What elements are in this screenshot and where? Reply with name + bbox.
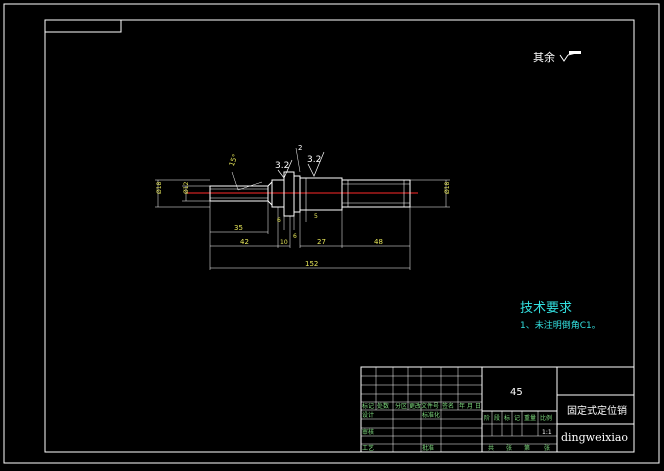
sheet-outer-frame	[3, 3, 660, 464]
scale-text: 1:1	[542, 429, 552, 436]
drawing-border	[44, 19, 635, 453]
svg-text:张: 张	[506, 444, 512, 452]
svg-text:第: 第	[524, 444, 530, 452]
company-text: dingweixiao	[561, 431, 628, 444]
dim-6a: 6	[277, 217, 281, 224]
svg-text:段: 段	[494, 414, 500, 422]
svg-text:分区: 分区	[395, 402, 407, 410]
surface-note-text: 其余	[533, 50, 555, 64]
svg-text:批准: 批准	[422, 444, 434, 452]
svg-text:阶: 阶	[484, 414, 490, 422]
svg-text:处数: 处数	[377, 402, 389, 410]
tech-req-item-1: 1、未注明倒角C1。	[520, 319, 601, 331]
dim-d-inner: Ø12	[183, 181, 190, 194]
roughness-2: 3.2	[307, 155, 321, 165]
svg-text:审核: 审核	[362, 428, 374, 436]
surface-finish-triangle-icon	[559, 51, 581, 62]
sheet-row: 共 张 第 张	[488, 444, 550, 452]
approval-labels: 设计 标准化 审核 工艺 批准	[362, 411, 440, 452]
svg-text:更改文件号: 更改文件号	[409, 402, 439, 410]
svg-text:张: 张	[544, 444, 550, 452]
dim-35: 35	[234, 224, 243, 232]
dim-d-right: Ø18	[444, 181, 451, 194]
svg-text:年: 年	[459, 402, 465, 410]
dim-small-top: 2	[298, 144, 302, 152]
dim-42: 42	[240, 238, 249, 246]
cad-drawing-canvas[interactable]: 其余 Ø18 Ø12 Ø18 15° 3.2 3.2 2 35 42 10 27…	[0, 0, 664, 471]
svg-text:标准化: 标准化	[422, 411, 440, 419]
svg-text:重量: 重量	[524, 414, 536, 422]
material-text: 45	[510, 387, 523, 398]
dim-27: 27	[317, 238, 326, 246]
svg-text:日: 日	[475, 403, 481, 410]
svg-text:签名: 签名	[442, 402, 454, 410]
svg-text:标记: 标记	[362, 402, 374, 410]
svg-text:共: 共	[488, 444, 494, 452]
dim-5: 5	[314, 213, 318, 220]
corner-code-box	[44, 19, 122, 33]
shaft-drawing	[155, 147, 450, 270]
svg-text:工艺: 工艺	[362, 444, 374, 452]
svg-text:设计: 设计	[362, 411, 374, 419]
dim-total: 152	[305, 260, 318, 268]
dim-6b: 6	[293, 233, 297, 240]
svg-text:标: 标	[504, 414, 510, 422]
roughness-1: 3.2	[275, 161, 289, 171]
stage-row: 阶 段 标 记 重量 比例	[484, 414, 552, 422]
part-name-text: 固定式定位销	[567, 404, 627, 417]
svg-text:比例: 比例	[540, 414, 552, 422]
dim-d-left: Ø18	[156, 181, 163, 194]
tech-req-title: 技术要求	[520, 301, 572, 316]
dim-48: 48	[374, 238, 383, 246]
svg-text:月: 月	[467, 403, 473, 410]
dim-10: 10	[280, 239, 288, 246]
svg-text:记: 记	[514, 415, 520, 422]
dim-angle: 15°	[228, 153, 240, 167]
signature-row: 标记 处数 分区 更改文件号 签名 年 月 日	[362, 402, 481, 410]
